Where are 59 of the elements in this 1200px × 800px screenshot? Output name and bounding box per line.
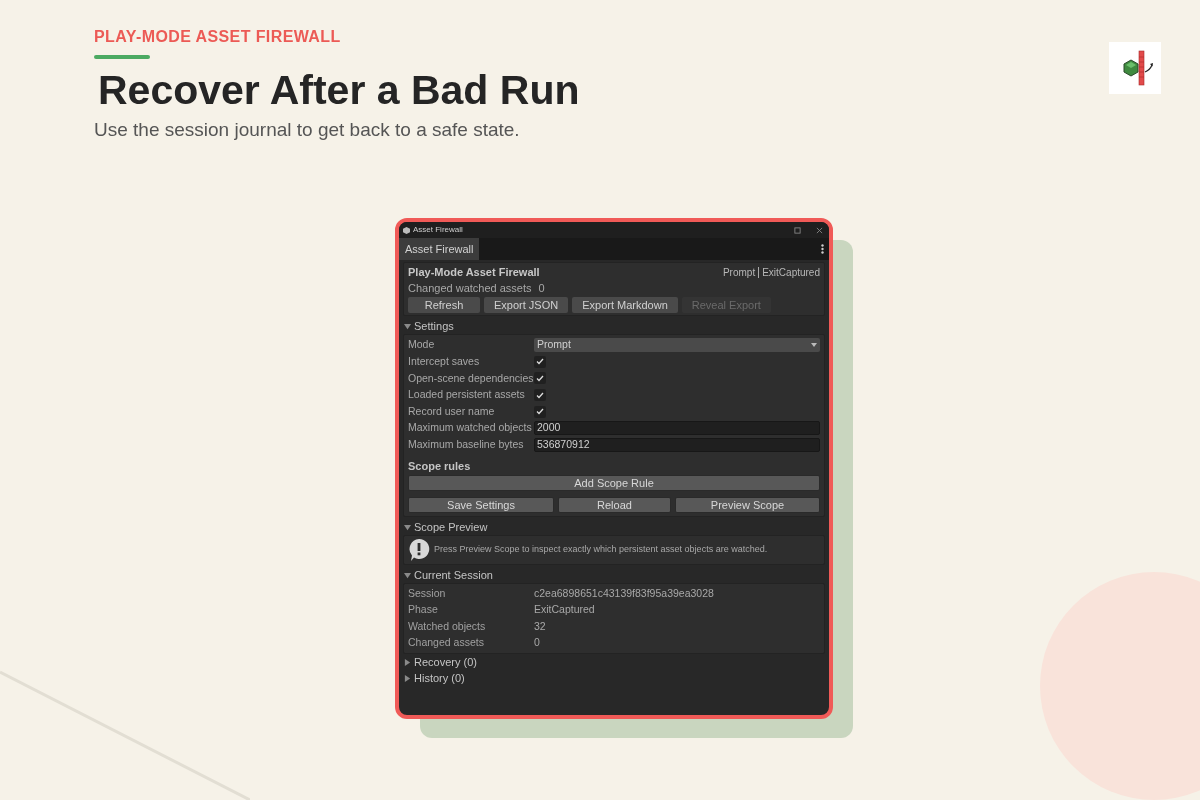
close-icon[interactable]	[816, 226, 823, 234]
window-tab[interactable]: Asset Firewall	[399, 238, 480, 260]
toolbar-button[interactable]: Export JSON	[484, 297, 569, 313]
slide-subtitle: Use the session journal to get back to a safe state.	[94, 118, 520, 143]
field-label: Loaded persistent assets	[408, 387, 526, 403]
warning-bubble-icon	[408, 538, 430, 563]
caret-icon	[811, 343, 817, 348]
foldout-triangle-icon[interactable]	[404, 322, 411, 330]
help-message: Press Preview Scope to inspect exactly which persistent asset objects are watched.	[434, 543, 768, 557]
field-label: Watched objects	[408, 618, 487, 634]
field-label: Intercept saves	[408, 354, 481, 369]
checkmark-icon	[536, 375, 544, 382]
checkbox[interactable]	[534, 389, 546, 402]
number-field[interactable]: 2000	[534, 421, 820, 436]
slide-title: Recover After a Bad Run	[98, 66, 580, 115]
checkbox[interactable]	[534, 372, 546, 385]
section-subheading: Scope rules	[408, 459, 472, 475]
foldout-triangle-icon[interactable]	[404, 571, 411, 579]
eyebrow-label: PLAY-MODE ASSET FIREWALL	[94, 27, 341, 47]
foldout-triangle-icon[interactable]	[404, 523, 411, 531]
toolbar-button[interactable]: Refresh	[408, 297, 480, 313]
field-value: 0	[538, 280, 545, 296]
field-label: Mode	[408, 337, 436, 353]
field-value: 32	[534, 618, 546, 634]
foldout-heading[interactable]: Recovery (0)	[414, 654, 477, 671]
field-label: Maximum baseline bytes	[408, 437, 525, 452]
toolbar-button[interactable]: Reload	[558, 497, 671, 514]
foldout-heading[interactable]: Scope Preview	[414, 518, 488, 536]
foldout-heading[interactable]: Current Session	[414, 566, 493, 584]
mode-dropdown[interactable]: Prompt	[534, 338, 820, 353]
toolbar-button[interactable]: Export Markdown	[572, 297, 678, 313]
panel-title: Play-Mode Asset Firewall	[408, 264, 540, 280]
field-value: c2ea6898651c43139f83f95a39ea3028	[534, 585, 714, 601]
field-value: 0	[534, 635, 540, 651]
field-label: Changed assets	[408, 635, 485, 651]
mode-status: Prompt	[722, 265, 756, 280]
more-options-icon[interactable]	[821, 244, 824, 254]
phase-status: ExitCaptured	[762, 265, 820, 280]
checkmark-icon	[536, 358, 544, 366]
maximize-icon[interactable]	[794, 226, 801, 234]
field-value: ExitCaptured	[534, 602, 595, 618]
field-label: Changed watched assets	[408, 280, 532, 296]
toolbar-button[interactable]: Save Settings	[408, 497, 554, 514]
checkmark-icon	[536, 408, 544, 416]
field-label: Record user name	[408, 403, 496, 419]
window-title: Asset Firewall	[413, 226, 463, 234]
foldout-heading[interactable]: Settings	[414, 317, 454, 335]
checkmark-icon	[536, 391, 544, 399]
toolbar-button[interactable]: Preview Scope	[675, 497, 820, 514]
number-field[interactable]: 536870912	[534, 437, 820, 452]
checkbox[interactable]	[534, 405, 546, 418]
field-label: Open-scene dependencies	[408, 370, 534, 386]
field-label: Phase	[408, 602, 439, 618]
field-label: Maximum watched objects	[408, 420, 533, 436]
field-label: Session	[408, 585, 447, 601]
toolbar-button[interactable]: Add Scope Rule	[408, 475, 820, 492]
foldout-heading[interactable]: History (0)	[414, 670, 465, 687]
checkbox[interactable]	[534, 355, 546, 368]
unity-icon	[403, 226, 410, 234]
